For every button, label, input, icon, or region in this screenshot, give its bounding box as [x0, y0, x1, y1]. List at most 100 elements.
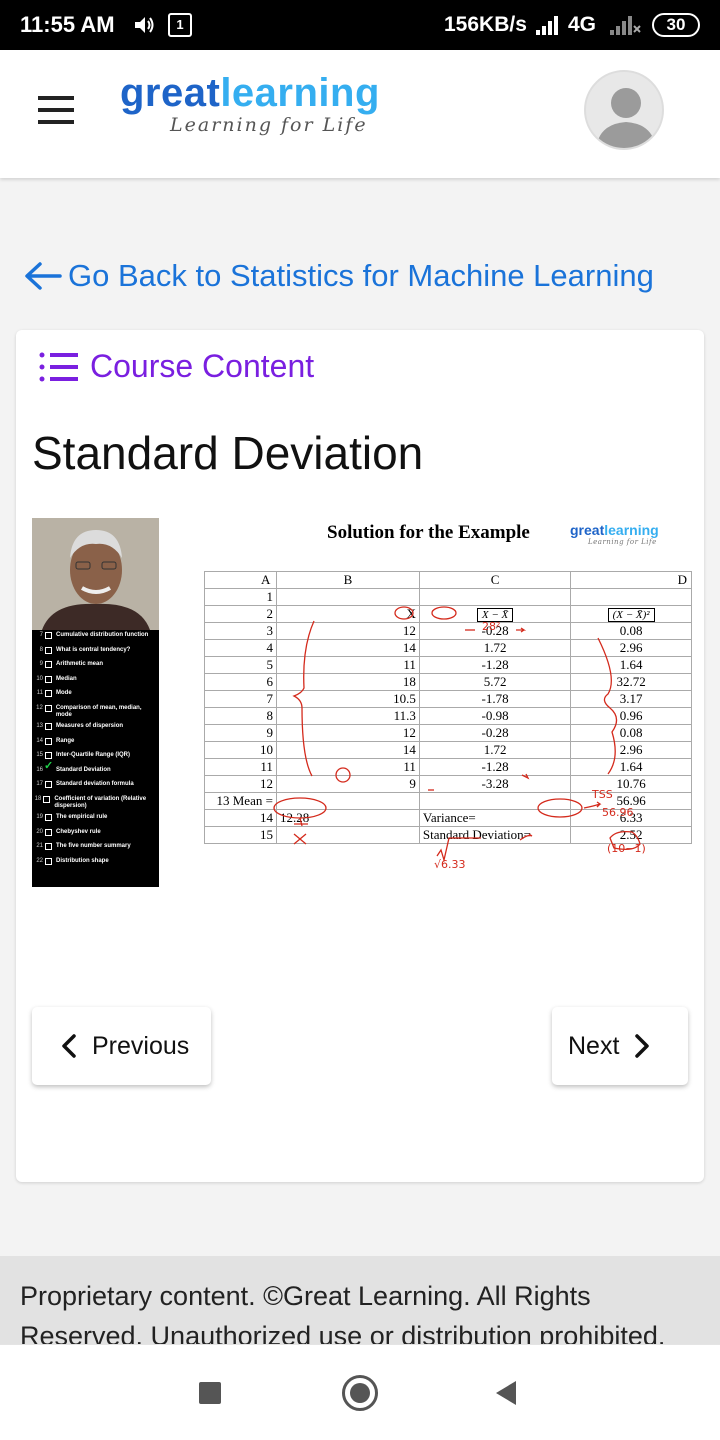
sheet-row: 4 14 1.72 2.96: [204, 639, 692, 657]
squared-deviation-header: (X − X̄)²: [607, 608, 655, 622]
next-label: Next: [568, 1031, 620, 1060]
sheet-cell: 2.96: [570, 639, 692, 657]
slide-title: Solution for the Example: [327, 522, 530, 543]
topic-number: 11: [36, 690, 43, 697]
footer-copyright: Proprietary content. ©Great Learning. Al…: [20, 1281, 666, 1344]
row-number: 13: [216, 793, 230, 808]
topic-label: Comparison of mean, median, mode: [55, 704, 142, 718]
checkbox-icon: [44, 704, 52, 712]
topic-item: 17 Standard deviation formula: [32, 779, 159, 794]
sheet-cell: D: [570, 571, 692, 589]
sheet-cell: 3: [204, 622, 277, 640]
course-content-button[interactable]: Course Content: [38, 348, 314, 385]
topic-label: What is central tendency?: [56, 646, 131, 653]
arrow-left-icon: [25, 262, 62, 290]
sheet-cell: 1.64: [570, 758, 692, 776]
slide-logo-learning: learning: [604, 522, 659, 538]
recents-icon[interactable]: [199, 1382, 221, 1404]
sheet-cell: 56.96: [570, 792, 692, 810]
topic-label: Coefficient of variation (Relative dispe…: [54, 795, 147, 809]
sheet-cell: 11.3: [275, 707, 420, 725]
topic-label: Standard Deviation: [56, 766, 111, 773]
mean-row: 13 Mean = 56.96: [204, 792, 692, 810]
previous-button[interactable]: Previous: [32, 1007, 211, 1085]
logo-tagline: Learning for Life: [170, 114, 368, 136]
topic-item: 22 Distribution shape: [32, 856, 159, 871]
topic-label: Arithmetic mean: [56, 661, 104, 668]
great-learning-logo[interactable]: greatlearning Learning for Life: [120, 72, 380, 136]
sheet-row: 5 11 -1.28 1.64: [204, 656, 692, 674]
sheet-row: 6 18 5.72 32.72: [204, 673, 692, 691]
checkbox-icon: [45, 737, 52, 745]
topic-label: The five number summary: [56, 843, 131, 850]
sheet-cell: X: [275, 605, 420, 623]
avatar[interactable]: [584, 70, 664, 150]
chevron-right-icon: [635, 1034, 650, 1058]
topic-number: 22: [36, 857, 43, 864]
sheet-cell: -1.78: [418, 690, 572, 708]
deviation-header: X − X̄: [476, 608, 514, 622]
sheet-cell: 6.33: [570, 809, 692, 827]
back-triangle-icon[interactable]: [494, 1379, 518, 1407]
topic-label: Inter-Quartile Range (IQR): [56, 752, 131, 759]
sheet-cell: Standard Deviation=: [418, 826, 572, 844]
sheet-cell: [275, 588, 420, 606]
sheet-cell: 5: [204, 656, 277, 674]
back-link[interactable]: Go Back to Statistics for Machine Learni…: [22, 256, 654, 296]
topic-number: 8: [39, 646, 43, 653]
sheet-cell: 12: [275, 724, 420, 742]
sheet-row: 9 12 -0.28 0.08: [204, 724, 692, 742]
checkbox-icon: [45, 661, 52, 669]
sheet-cell: 0.08: [570, 724, 692, 742]
sheet-cell: (X − X̄)²: [570, 605, 692, 623]
topic-number: 16: [36, 766, 43, 773]
topic-item: 16 Standard Deviation: [32, 763, 159, 780]
checkbox-icon: [45, 722, 52, 730]
slide-topic-list: 7 Cumulative distribution function 8 What i…: [32, 630, 159, 870]
topic-label: Range: [56, 737, 75, 744]
sheet-cell: -3.28: [418, 775, 572, 793]
topic-number: 18: [34, 795, 42, 802]
topic-number: 10: [36, 675, 43, 682]
network-speed: 156KB/s: [444, 13, 527, 36]
topic-item: 11 Mode: [32, 688, 159, 703]
next-button[interactable]: Next: [552, 1007, 688, 1085]
slide-logo: greatlearning Learning for Life: [570, 522, 659, 546]
sheet-cell: [275, 792, 420, 810]
sheet-cell: [570, 588, 692, 606]
menu-icon[interactable]: [38, 96, 74, 124]
sheet-cell: 1.72: [418, 639, 572, 657]
spreadsheet-table: ABCD12XX − X̄ (X − X̄)² 3 12 -0.28 0.08 4 14 1.7…: [204, 571, 692, 844]
sheet-cell: 2.96: [570, 741, 692, 759]
lesson-slide-image[interactable]: 7 Cumulative distribution function 8 What i…: [32, 518, 692, 890]
sheet-cell: 11: [204, 758, 277, 776]
checkbox-icon: [45, 828, 52, 836]
checkbox-icon: [45, 857, 52, 865]
sheet-cell: -0.98: [418, 707, 572, 725]
checkbox-icon: [45, 690, 52, 698]
sheet-cell: 32.72: [570, 673, 692, 691]
sheet-cell: 9: [204, 724, 277, 742]
sound-icon: [135, 17, 154, 33]
sheet-cell: 14: [275, 741, 420, 759]
sheet-cell: 18: [275, 673, 420, 691]
sheet-cell: [275, 826, 420, 844]
sheet-cell: 6: [204, 673, 277, 691]
previous-label: Previous: [92, 1031, 190, 1060]
topic-item: 12 Comparison of mean, median, mode: [32, 703, 159, 721]
topic-item: 18 Coefficient of variation (Relative dis…: [32, 794, 159, 812]
sheet-cell: 10.5: [275, 690, 420, 708]
sheet-cell: -0.28: [418, 724, 572, 742]
course-content-label: Course Content: [90, 348, 315, 384]
topic-number: 15: [36, 752, 43, 759]
home-icon[interactable]: [342, 1375, 378, 1411]
back-link-label: Go Back to Statistics for Machine Learni…: [68, 258, 654, 293]
checkbox-icon: [45, 752, 52, 760]
topic-number: 17: [36, 781, 43, 788]
status-bar: 11:55 AM 1 156KB/s 4G 30: [0, 0, 720, 50]
topic-number: 7: [39, 632, 43, 638]
topic-number: 19: [36, 813, 43, 820]
sheet-cell: 15: [204, 826, 277, 844]
sheet-cell: 3.17: [570, 690, 692, 708]
logo-great-text: great: [120, 71, 221, 115]
